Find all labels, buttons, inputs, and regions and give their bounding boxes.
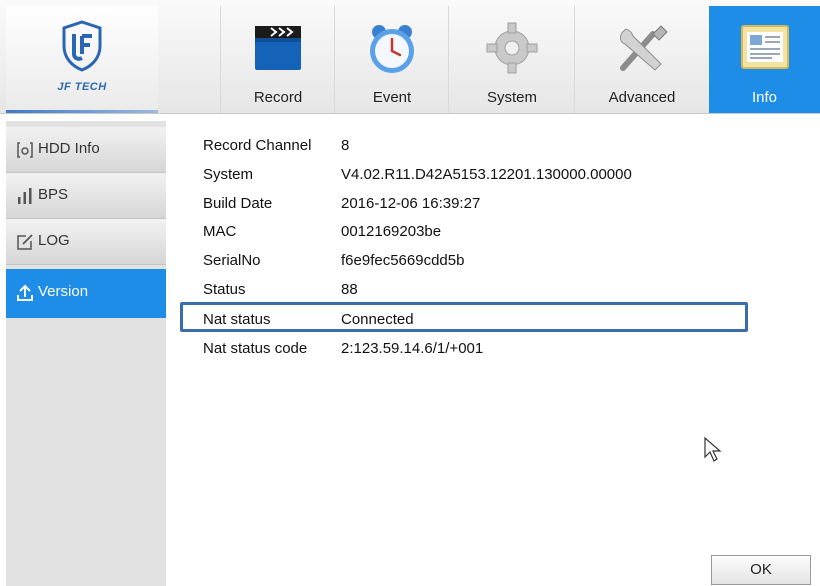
mouse-cursor-icon	[704, 437, 722, 462]
sidebar-item-bps[interactable]: BPS	[6, 173, 166, 219]
info-key: Nat status	[203, 311, 271, 328]
tab-event[interactable]: Event	[334, 6, 449, 113]
info-key: Status	[203, 281, 246, 298]
sidebar-item-label: LOG	[38, 232, 70, 249]
clapperboard-icon	[255, 26, 301, 70]
brand-logo: JF TECH	[6, 6, 158, 112]
sidebar-item-label: HDD Info	[38, 140, 100, 157]
tab-record-label: Record	[253, 89, 303, 106]
hdd-icon	[17, 142, 33, 158]
info-value: 8	[341, 137, 350, 154]
bar-chart-icon	[18, 188, 32, 204]
top-navigation-bar: JF TECH Record Event System Advanced Inf…	[0, 0, 820, 114]
sidebar-item-hdd-info[interactable]: HDD Info	[6, 127, 166, 173]
info-value: 2:123.59.14.6/1/+001	[341, 340, 484, 357]
shield-logo-icon	[62, 20, 102, 72]
tab-record[interactable]: Record	[220, 6, 335, 113]
info-value: V4.02.R11.D42A5153.12201.130000.00000	[341, 166, 632, 183]
tab-system-label: System	[486, 89, 537, 106]
sidebar-item-version[interactable]: Version	[6, 269, 166, 318]
tab-system[interactable]: System	[448, 6, 575, 113]
info-value: Connected	[341, 311, 414, 328]
tab-event-label: Event	[372, 89, 412, 106]
dvr-info-window: JF TECH Record Event System Advanced Inf…	[0, 0, 820, 586]
info-key: SerialNo	[203, 252, 261, 269]
tab-advanced[interactable]: Advanced	[574, 6, 709, 113]
ok-button[interactable]: OK	[711, 555, 811, 585]
upload-icon	[17, 284, 33, 301]
gear-icon	[486, 22, 538, 74]
sidebar-item-label: BPS	[38, 186, 69, 203]
version-info-panel: Record Channel 8 System V4.02.R11.D42A51…	[170, 121, 820, 586]
tab-info-label: Info	[751, 89, 778, 106]
tab-advanced-label: Advanced	[608, 89, 676, 106]
info-key: Build Date	[203, 195, 273, 212]
tools-icon	[620, 25, 668, 71]
logo-text: JF TECH	[57, 81, 107, 93]
info-value: 0012169203be	[341, 223, 442, 240]
info-value: f6e9fec5669cdd5b	[341, 252, 465, 269]
info-key: MAC	[203, 223, 237, 240]
info-key: Record Channel	[203, 137, 312, 154]
info-key: Nat status code	[203, 340, 308, 357]
logo-underline	[6, 110, 158, 113]
sidebar-item-label: Version	[38, 283, 89, 300]
info-key: System	[203, 166, 254, 183]
sidebar: HDD Info BPS LOG Version	[6, 121, 166, 586]
tab-info[interactable]: Info	[709, 6, 820, 113]
info-document-icon	[740, 25, 789, 69]
alarm-clock-icon	[370, 25, 414, 73]
info-value: 2016-12-06 16:39:27	[341, 195, 481, 212]
sidebar-item-log[interactable]: LOG	[6, 219, 166, 265]
info-value: 88	[341, 281, 358, 298]
edit-log-icon	[17, 234, 33, 250]
